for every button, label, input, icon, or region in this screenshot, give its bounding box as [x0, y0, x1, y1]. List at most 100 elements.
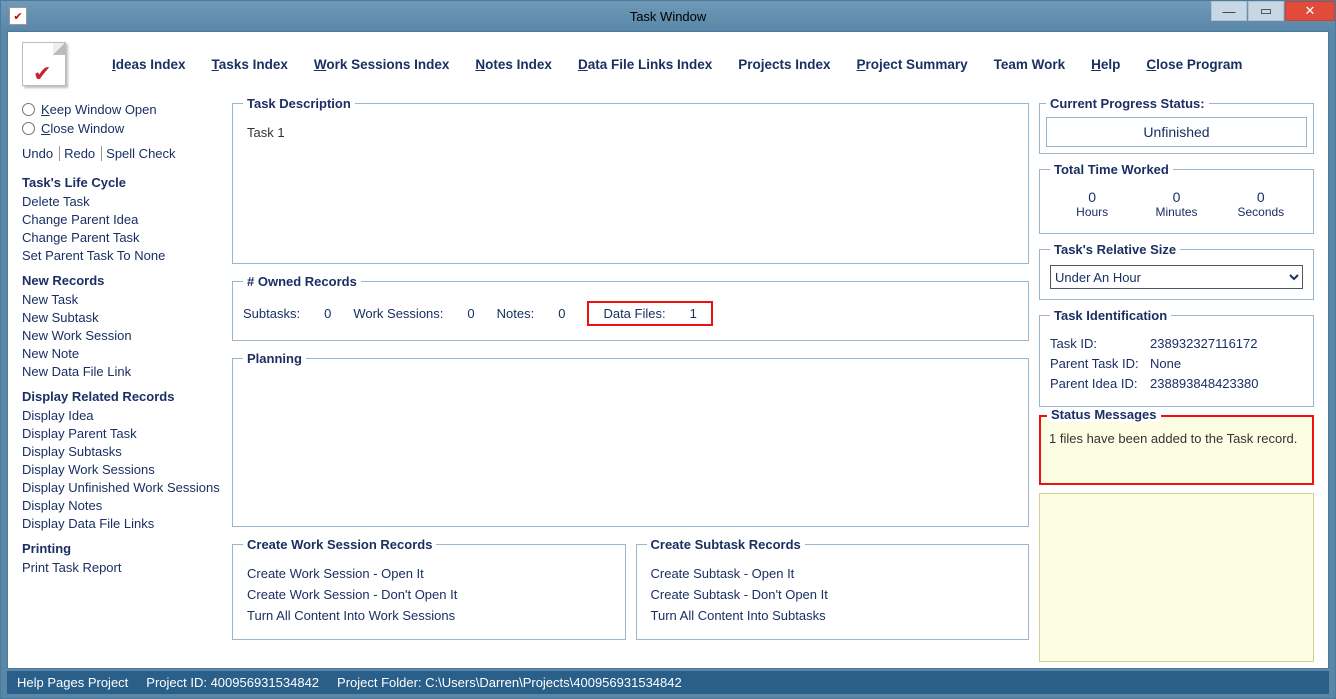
turn-content-sub-link[interactable]: Turn All Content Into Subtasks — [651, 608, 1015, 623]
parent-task-id-label: Parent Task ID: — [1050, 356, 1150, 371]
progress-value: Unfinished — [1046, 117, 1307, 147]
status-message-text: 1 files have been added to the Task reco… — [1049, 431, 1304, 446]
menu-tasks-index[interactable]: Tasks Index — [212, 57, 288, 72]
status-legend: Status Messages — [1047, 407, 1161, 422]
close-window-radio[interactable]: Close Window — [22, 121, 222, 136]
redo-link[interactable]: Redo — [64, 146, 102, 161]
create-sub-legend: Create Subtask Records — [647, 537, 805, 552]
change-parent-idea-link[interactable]: Change Parent Idea — [22, 212, 222, 227]
parent-idea-id-value: 238893848423380 — [1150, 376, 1258, 391]
display-data-file-links-link[interactable]: Display Data File Links — [22, 516, 222, 531]
close-button[interactable]: ✕ — [1285, 1, 1335, 21]
delete-task-link[interactable]: Delete Task — [22, 194, 222, 209]
menu-notes-index[interactable]: Notes Index — [475, 57, 552, 72]
titlebar: ✔ Task Window ― ▭ ✕ — [1, 1, 1335, 31]
status-bar: Help Pages Project Project ID: 400956931… — [7, 671, 1329, 694]
set-parent-none-link[interactable]: Set Parent Task To None — [22, 248, 222, 263]
task-identification-group: Task Identification Task ID:238932327116… — [1039, 308, 1314, 407]
new-work-session-link[interactable]: New Work Session — [22, 328, 222, 343]
data-files-highlight: Data Files: 1 — [587, 301, 712, 326]
footer-project-name: Help Pages Project — [17, 675, 128, 690]
notes-value: 0 — [558, 306, 565, 321]
footer-project-folder: Project Folder: C:\Users\Darren\Projects… — [337, 675, 682, 690]
notes-label: Notes: — [497, 306, 535, 321]
display-work-sessions-link[interactable]: Display Work Sessions — [22, 462, 222, 477]
time-legend: Total Time Worked — [1050, 162, 1173, 177]
window-title: Task Window — [1, 9, 1335, 24]
undo-link[interactable]: Undo — [22, 146, 60, 161]
display-parent-task-link[interactable]: Display Parent Task — [22, 426, 222, 441]
data-files-value: 1 — [690, 306, 697, 321]
lifecycle-header: Task's Life Cycle — [22, 175, 222, 190]
new-note-link[interactable]: New Note — [22, 346, 222, 361]
menu-data-file-links-index[interactable]: Data File Links Index — [578, 57, 712, 72]
parent-task-id-value: None — [1150, 356, 1181, 371]
main-menu: ✔ Ideas Index Tasks Index Work Sessions … — [8, 32, 1328, 96]
minimize-button[interactable]: ― — [1211, 1, 1247, 21]
progress-legend: Current Progress Status: — [1046, 96, 1209, 111]
display-notes-link[interactable]: Display Notes — [22, 498, 222, 513]
keep-window-open-radio[interactable]: Keep Window Open — [22, 102, 222, 117]
display-header: Display Related Records — [22, 389, 222, 404]
menu-team-work[interactable]: Team Work — [994, 57, 1066, 72]
turn-content-ws-link[interactable]: Turn All Content Into Work Sessions — [247, 608, 611, 623]
change-parent-task-link[interactable]: Change Parent Task — [22, 230, 222, 245]
task-id-label: Task ID: — [1050, 336, 1150, 351]
progress-status-group: Current Progress Status: Unfinished — [1039, 96, 1314, 154]
display-unfinished-ws-link[interactable]: Display Unfinished Work Sessions — [22, 480, 222, 495]
create-subtask-group: Create Subtask Records Create Subtask - … — [636, 537, 1030, 640]
seconds-label: Seconds — [1219, 205, 1303, 219]
create-sub-open-link[interactable]: Create Subtask - Open It — [651, 566, 1015, 581]
menu-close-program[interactable]: Close Program — [1146, 57, 1242, 72]
new-data-file-link[interactable]: New Data File Link — [22, 364, 222, 379]
menu-help[interactable]: Help — [1091, 57, 1120, 72]
menu-project-summary[interactable]: Project Summary — [857, 57, 968, 72]
printing-header: Printing — [22, 541, 222, 556]
task-description-legend: Task Description — [243, 96, 355, 111]
create-sub-noopen-link[interactable]: Create Subtask - Don't Open It — [651, 587, 1015, 602]
create-ws-noopen-link[interactable]: Create Work Session - Don't Open It — [247, 587, 611, 602]
create-ws-open-link[interactable]: Create Work Session - Open It — [247, 566, 611, 581]
print-task-report-link[interactable]: Print Task Report — [22, 560, 222, 575]
planning-group: Planning — [232, 351, 1029, 527]
create-ws-legend: Create Work Session Records — [243, 537, 436, 552]
data-files-label: Data Files: — [603, 306, 665, 321]
subtasks-label: Subtasks: — [243, 306, 300, 321]
maximize-button[interactable]: ▭ — [1248, 1, 1284, 21]
status-messages-group: Status Messages 1 files have been added … — [1039, 415, 1314, 485]
spell-check-link[interactable]: Spell Check — [106, 146, 181, 161]
planning-legend: Planning — [243, 351, 306, 366]
parent-idea-id-label: Parent Idea ID: — [1050, 376, 1150, 391]
status-messages-area — [1039, 493, 1314, 662]
time-worked-group: Total Time Worked 0Hours 0Minutes 0Secon… — [1039, 162, 1314, 234]
relsize-legend: Task's Relative Size — [1050, 242, 1180, 257]
relative-size-select[interactable]: Under An Hour — [1050, 265, 1303, 289]
task-id-value: 238932327116172 — [1150, 336, 1258, 351]
subtasks-value: 0 — [324, 306, 331, 321]
footer-project-id: Project ID: 400956931534842 — [146, 675, 319, 690]
display-subtasks-link[interactable]: Display Subtasks — [22, 444, 222, 459]
display-idea-link[interactable]: Display Idea — [22, 408, 222, 423]
minutes-value: 0 — [1134, 189, 1218, 205]
menu-projects-index[interactable]: Projects Index — [738, 57, 830, 72]
task-description-text[interactable]: Task 1 — [243, 119, 1018, 146]
work-sessions-value: 0 — [467, 306, 474, 321]
owned-records-legend: # Owned Records — [243, 274, 361, 289]
new-records-header: New Records — [22, 273, 222, 288]
relative-size-group: Task's Relative Size Under An Hour — [1039, 242, 1314, 300]
task-description-group: Task Description Task 1 — [232, 96, 1029, 264]
app-icon: ✔ — [22, 42, 66, 86]
new-task-link[interactable]: New Task — [22, 292, 222, 307]
menu-ideas-index[interactable]: Ideas Index — [112, 57, 186, 72]
seconds-value: 0 — [1219, 189, 1303, 205]
hours-value: 0 — [1050, 189, 1134, 205]
minutes-label: Minutes — [1134, 205, 1218, 219]
create-work-session-group: Create Work Session Records Create Work … — [232, 537, 626, 640]
sidebar: Keep Window Open Close Window Undo Redo … — [22, 96, 222, 662]
menu-work-sessions-index[interactable]: Work Sessions Index — [314, 57, 450, 72]
ident-legend: Task Identification — [1050, 308, 1171, 323]
new-subtask-link[interactable]: New Subtask — [22, 310, 222, 325]
owned-records-group: # Owned Records Subtasks: 0 Work Sessions… — [232, 274, 1029, 341]
work-sessions-label: Work Sessions: — [353, 306, 443, 321]
hours-label: Hours — [1050, 205, 1134, 219]
